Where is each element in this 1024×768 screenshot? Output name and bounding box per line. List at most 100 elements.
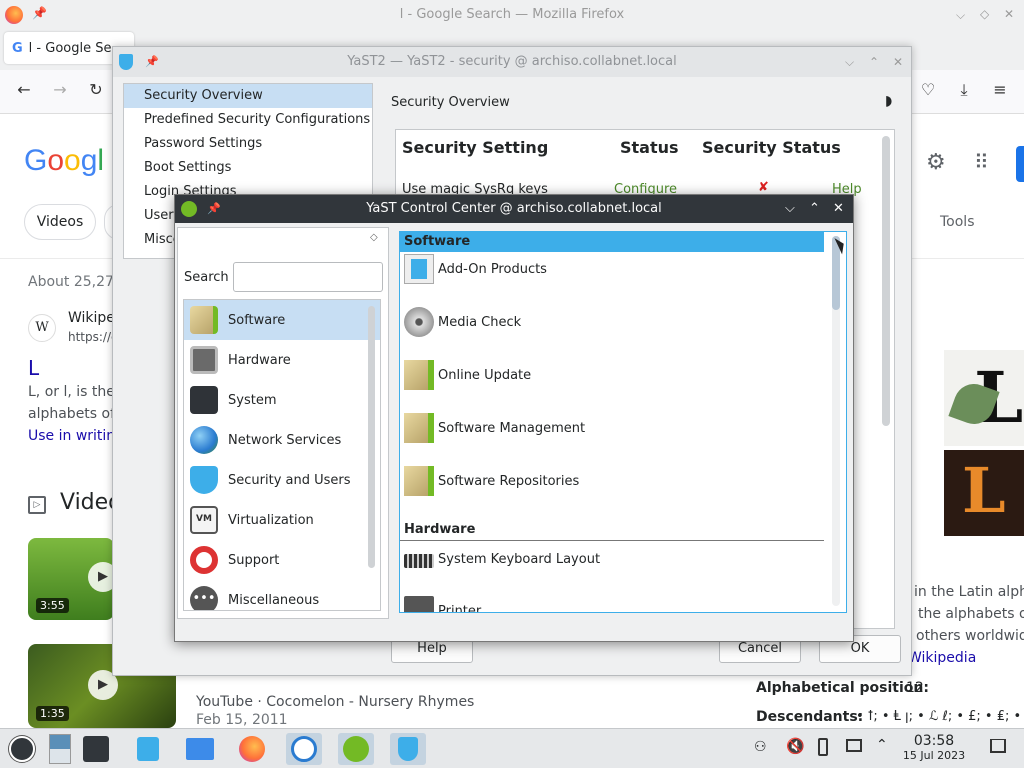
- fire-letter-decor: L: [962, 454, 1006, 527]
- google-favicon-icon: G: [12, 40, 23, 56]
- pocket-icon[interactable]: ♡: [916, 80, 940, 99]
- category-system[interactable]: System: [184, 380, 380, 420]
- category-support[interactable]: Support: [184, 540, 380, 580]
- show-desktop-icon[interactable]: [990, 739, 1006, 753]
- category-hardware[interactable]: Hardware: [184, 340, 380, 380]
- knowledge-text: the alphabets of c: [918, 606, 1024, 622]
- back-icon[interactable]: ←: [12, 80, 36, 99]
- firefox-task-icon[interactable]: [234, 733, 270, 765]
- alphabetical-position-label: Alphabetical position:: [756, 680, 929, 696]
- video-duration: 1:35: [36, 706, 69, 721]
- theme-toggle-icon[interactable]: ◗: [885, 93, 892, 109]
- tree-item-predefined[interactable]: Predefined Security Configurations: [124, 108, 372, 132]
- category-label: Miscellaneous: [228, 592, 320, 608]
- apps-grid-icon[interactable]: ⠿: [974, 150, 989, 174]
- volume-muted-icon[interactable]: 🔇: [786, 737, 805, 755]
- tree-item-boot[interactable]: Boot Settings: [124, 156, 372, 180]
- group-header-hardware: Hardware: [404, 522, 476, 537]
- result-snippet: L, or l, is the t: [28, 384, 125, 400]
- pin-icon[interactable]: 📌: [145, 47, 159, 77]
- collapse-diamond-icon[interactable]: ◇: [370, 232, 378, 243]
- knowledge-image[interactable]: L: [944, 350, 1024, 446]
- result-heading[interactable]: L: [28, 356, 39, 380]
- category-network-services[interactable]: Network Services: [184, 420, 380, 460]
- column-header-setting[interactable]: Security Setting: [402, 138, 548, 157]
- group-header-software: Software: [400, 232, 824, 252]
- tools-chip[interactable]: Tools: [940, 214, 975, 230]
- clock-date[interactable]: 15 Jul 2023: [896, 749, 972, 762]
- descendants-value: • ꝉ; • Ⱡ ꞁ; • ℒ ℓ; • £; • ₤; • ꞁ;: [856, 709, 1024, 724]
- category-security-users[interactable]: Security and Users: [184, 460, 380, 500]
- fail-x-icon: ✘: [758, 180, 769, 195]
- maximize-button[interactable]: ◇: [980, 7, 989, 21]
- module-label: Media Check: [438, 314, 522, 330]
- clock-time[interactable]: 03:58: [900, 733, 968, 749]
- file-manager-icon[interactable]: [182, 733, 218, 765]
- printer-icon: [404, 596, 434, 612]
- maximize-button[interactable]: ⌃: [869, 47, 879, 77]
- knowledge-text: in the Latin alphab: [914, 584, 1024, 600]
- forward-icon[interactable]: →: [48, 80, 72, 99]
- close-button[interactable]: ✕: [1004, 7, 1014, 21]
- close-button[interactable]: ✕: [833, 195, 844, 223]
- tray-expand-icon[interactable]: ⌃: [876, 737, 888, 753]
- security-icon: [190, 466, 218, 494]
- category-label: Virtualization: [228, 512, 314, 528]
- close-button[interactable]: ✕: [893, 47, 903, 77]
- tree-item-overview[interactable]: Security Overview: [124, 84, 372, 108]
- knowledge-image[interactable]: L: [944, 450, 1024, 536]
- category-software[interactable]: Software: [184, 300, 380, 340]
- hardware-icon: [190, 346, 218, 374]
- tree-item-password[interactable]: Password Settings: [124, 132, 372, 156]
- video-thumbnail[interactable]: ▶ 3:55: [28, 538, 118, 620]
- module-scrollbar[interactable]: [832, 236, 840, 606]
- column-header-security-status[interactable]: Security Status: [702, 138, 841, 157]
- module-media-check[interactable]: Media Check: [404, 305, 521, 339]
- battery-icon[interactable]: [818, 738, 828, 756]
- display-icon[interactable]: [846, 739, 862, 752]
- wikipedia-link[interactable]: Wikipedia: [908, 650, 976, 666]
- settings-gear-icon[interactable]: ⚙: [926, 150, 946, 175]
- module-keyboard-layout[interactable]: System Keyboard Layout: [404, 542, 600, 576]
- video-duration: 3:55: [36, 598, 69, 613]
- module-printer[interactable]: Printer: [404, 594, 481, 612]
- category-scrollbar[interactable]: [368, 306, 375, 568]
- yast-security-task-icon[interactable]: [390, 733, 426, 765]
- sign-in-button[interactable]: [1016, 146, 1024, 182]
- column-header-status[interactable]: Status: [620, 138, 679, 157]
- yast-task-icon[interactable]: [338, 733, 374, 765]
- system-settings-icon[interactable]: [78, 733, 114, 765]
- software-icon: [190, 306, 218, 334]
- maximize-button[interactable]: ⌃: [809, 195, 820, 223]
- search-input[interactable]: [233, 262, 383, 292]
- category-virtualization[interactable]: VM Virtualization: [184, 500, 380, 540]
- minimize-button[interactable]: ⌵: [956, 8, 965, 23]
- browser-task-icon[interactable]: [286, 733, 322, 765]
- category-miscellaneous[interactable]: ••• Miscellaneous: [184, 580, 380, 610]
- yast-control-center-window: 📌 YaST Control Center @ archiso.collabne…: [174, 194, 854, 642]
- minimize-button[interactable]: ⌵: [845, 47, 854, 77]
- network-tray-icon[interactable]: ⚇: [754, 739, 767, 755]
- videos-chip[interactable]: Videos: [24, 204, 96, 240]
- discover-store-icon[interactable]: [130, 733, 166, 765]
- alphabetical-position-value: 12: [906, 680, 924, 696]
- category-label: Hardware: [228, 352, 291, 368]
- module-software-management[interactable]: Software Management: [404, 411, 585, 445]
- minimize-button[interactable]: ⌵: [785, 195, 795, 223]
- downloads-icon[interactable]: ⤓: [952, 80, 976, 100]
- system-icon: [190, 386, 218, 414]
- descendants-label: Descendants:: [756, 709, 864, 725]
- module-add-on-products[interactable]: Add-On Products: [404, 252, 547, 286]
- result-link[interactable]: Use in writing: [28, 428, 124, 444]
- online-update-icon: [404, 360, 434, 390]
- media-check-icon: [404, 307, 434, 337]
- module-online-update[interactable]: Online Update: [404, 358, 531, 392]
- table-scrollbar[interactable]: [882, 136, 890, 426]
- menu-icon[interactable]: ≡: [988, 80, 1012, 99]
- app-launcher-icon[interactable]: [4, 733, 40, 765]
- desktop-pager[interactable]: [42, 733, 78, 765]
- reload-icon[interactable]: ↻: [84, 80, 108, 99]
- result-url: https://e: [68, 330, 119, 344]
- pin-icon[interactable]: 📌: [207, 195, 221, 223]
- module-software-repositories[interactable]: Software Repositories: [404, 464, 579, 498]
